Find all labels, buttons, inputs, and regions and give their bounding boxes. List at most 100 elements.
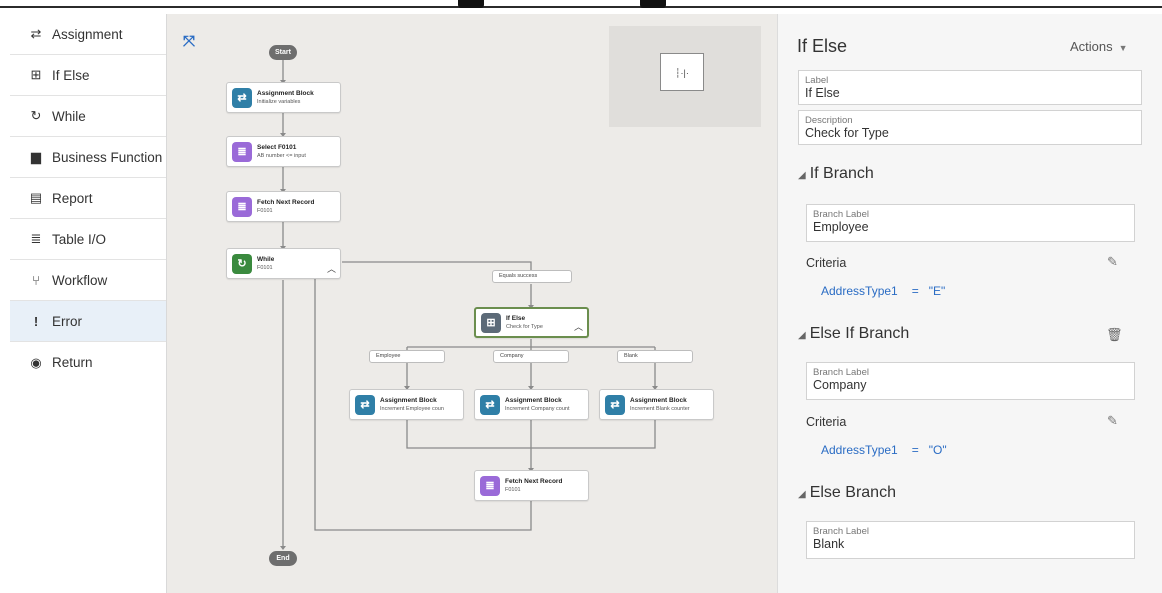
swap-icon: ⇄ (480, 394, 500, 415)
field-value: Employee (813, 220, 869, 234)
edit-pencil-icon[interactable]: ✎ (1107, 413, 1118, 429)
panel-title: If Else (797, 36, 848, 56)
palette-item-label: If Else (52, 67, 90, 83)
swap-icon: ⇄ (355, 394, 375, 415)
node-title: Assignment Block (505, 397, 562, 404)
node-subtitle: Increment Blank counter (630, 406, 690, 412)
edit-pencil-icon[interactable]: ✎ (1107, 254, 1118, 270)
fit-to-screen-icon[interactable]: ⤧ (183, 33, 195, 50)
if-else-node[interactable]: ⊞ If Else Check for Type ︿ (474, 307, 589, 338)
palette-item-label: While (52, 108, 86, 124)
palette-item-report[interactable]: ▤ Report (10, 178, 166, 219)
actions-menu-button[interactable]: Actions ▼ (1070, 39, 1128, 54)
field-label: Label (805, 75, 829, 86)
node-subtitle: F0101 (505, 487, 521, 493)
palette-item-label: Report (52, 190, 93, 206)
branch-icon: ⊞ (481, 312, 501, 333)
palette-item-error[interactable]: ! Error (10, 301, 166, 342)
delete-trash-icon[interactable]: 🗑 (1106, 327, 1123, 343)
field-value: Check for Type (805, 126, 889, 140)
node-title: Fetch Next Record (257, 199, 315, 206)
palette-item-assignment[interactable]: ⇄ Assignment (10, 14, 166, 55)
minimap-viewport[interactable]: ┆·|· (660, 53, 704, 91)
minimap[interactable]: ┆·|· (609, 26, 761, 127)
field-value: If Else (805, 86, 840, 100)
swap-icon: ⇄ (232, 87, 252, 108)
dropdown-caret-icon: ▼ (1118, 43, 1128, 53)
palette-item-business-function[interactable]: ▆ Business Function (10, 137, 166, 178)
actions-label: Actions (1070, 39, 1113, 54)
else-if-branch-label-field[interactable]: Branch Label Company (806, 362, 1135, 400)
collapse-chevron-icon[interactable]: ︿ (327, 262, 336, 275)
palette-item-workflow[interactable]: ⑂ Workflow (10, 260, 166, 301)
palette-item-table-io[interactable]: ≣ Table I/O (10, 219, 166, 260)
select-node[interactable]: ≣ Select F0101 AB number <= input (226, 136, 341, 167)
description-field[interactable]: Description Check for Type (798, 110, 1142, 145)
loop-icon: ↻ (232, 253, 252, 274)
criteria-label: Criteria (806, 415, 847, 429)
briefcase-icon: ▆ (31, 149, 41, 164)
node-palette: ⇄ Assignment ⊞ If Else ↻ While ▆ Busines… (10, 14, 167, 593)
palette-item-label: Table I/O (52, 231, 107, 247)
collapse-triangle-icon: ◢ (798, 330, 806, 341)
palette-item-label: Assignment (52, 26, 123, 42)
exclamation-icon: ! (33, 313, 39, 329)
node-subtitle: F0101 (257, 265, 273, 271)
assignment-block-node[interactable]: ⇄ Assignment Block Initialize variables (226, 82, 341, 113)
database-icon: ≣ (232, 141, 252, 162)
assignment-block-blank-node[interactable]: ⇄ Assignment Block Increment Blank count… (599, 389, 714, 420)
top-header-strip (0, 0, 1162, 10)
node-subtitle: Initialize variables (257, 99, 301, 105)
branch-label-blank[interactable]: Blank (617, 350, 693, 363)
return-icon: ◉ (30, 354, 42, 370)
palette-item-return[interactable]: ◉ Return (10, 342, 166, 383)
node-title: Fetch Next Record (505, 478, 563, 485)
branch-label-employee[interactable]: Employee (369, 350, 445, 363)
database-icon: ≣ (30, 231, 42, 246)
node-subtitle: F0101 (257, 208, 273, 214)
node-title: Assignment Block (380, 397, 437, 404)
header-artifact-right (640, 0, 666, 8)
criteria-expression[interactable]: AddressType1 = "E" (821, 284, 945, 298)
else-if-branch-heading[interactable]: ◢ Else If Branch (798, 325, 909, 343)
assignment-block-employee-node[interactable]: ⇄ Assignment Block Increment Employee co… (349, 389, 464, 420)
assignment-block-company-node[interactable]: ⇄ Assignment Block Increment Company cou… (474, 389, 589, 420)
swap-icon: ⇄ (30, 26, 42, 41)
node-title: Assignment Block (257, 90, 314, 97)
while-node[interactable]: ↻ While F0101 ︿ (226, 248, 341, 279)
collapse-chevron-icon[interactable]: ︿ (574, 320, 583, 333)
collapse-triangle-icon: ◢ (798, 489, 806, 500)
flow-canvas[interactable]: ⤧ ┆·|· Start End ⇄ Assignment Block Init… (167, 14, 777, 593)
branch-label-equals[interactable]: Equals success (492, 270, 572, 283)
workflow-icon: ⑂ (32, 272, 40, 288)
start-node[interactable]: Start (269, 45, 297, 60)
palette-item-if-else[interactable]: ⊞ If Else (10, 55, 166, 96)
node-subtitle: Increment Employee coun (380, 406, 444, 412)
else-branch-heading[interactable]: ◢ Else Branch (798, 484, 896, 502)
field-value: Company (813, 378, 867, 392)
properties-panel: If Else Actions ▼ Label If Else Descripti… (777, 14, 1162, 593)
palette-item-label: Return (52, 355, 93, 370)
node-title: If Else (506, 315, 526, 322)
palette-item-label: Error (52, 313, 82, 329)
end-node[interactable]: End (269, 551, 297, 566)
swap-icon: ⇄ (605, 394, 625, 415)
node-subtitle: Increment Company count (505, 406, 570, 412)
node-subtitle: AB number <= input (257, 153, 306, 159)
else-branch-label-field[interactable]: Branch Label Blank (806, 521, 1135, 559)
criteria-expression[interactable]: AddressType1 = "O" (821, 443, 947, 457)
field-label: Branch Label (813, 526, 869, 537)
fetch-next-record-node[interactable]: ≣ Fetch Next Record F0101 (226, 191, 341, 222)
palette-item-label: Business Function (52, 149, 163, 165)
branch-icon: ⊞ (30, 67, 42, 82)
if-branch-heading[interactable]: ◢ If Branch (798, 165, 874, 183)
palette-item-while[interactable]: ↻ While (10, 96, 166, 137)
if-branch-label-field[interactable]: Branch Label Employee (806, 204, 1135, 242)
branch-label-company[interactable]: Company (493, 350, 569, 363)
database-icon: ≣ (480, 475, 500, 496)
fetch-next-record-node-2[interactable]: ≣ Fetch Next Record F0101 (474, 470, 589, 501)
label-field[interactable]: Label If Else (798, 70, 1142, 105)
database-icon: ≣ (232, 196, 252, 217)
field-label: Description (805, 115, 853, 126)
field-label: Branch Label (813, 367, 869, 378)
